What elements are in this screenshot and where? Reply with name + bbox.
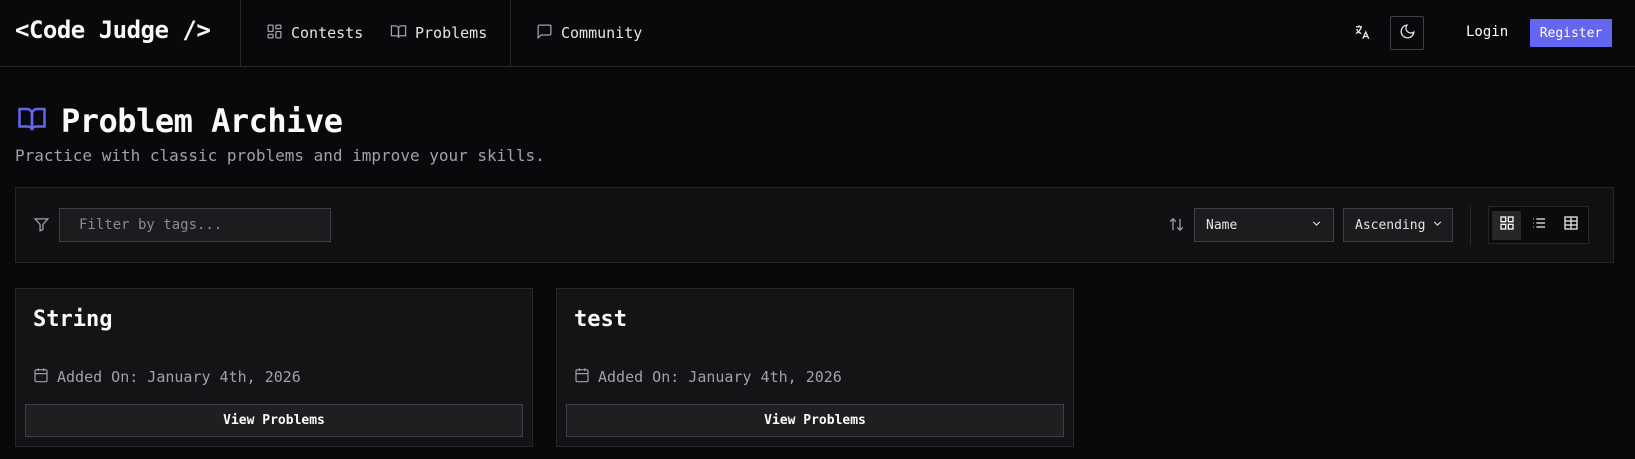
- nav-divider: [510, 0, 511, 67]
- brand-logo[interactable]: <Code Judge />: [15, 16, 211, 44]
- problem-date: Added On: January 4th, 2026: [574, 367, 842, 387]
- page-subtitle: Practice with classic problems and impro…: [15, 146, 545, 165]
- tag-filter-input[interactable]: [59, 208, 331, 242]
- nav-problems-label: Problems: [415, 24, 488, 42]
- chevron-down-icon: [1310, 217, 1323, 234]
- nav-community-label: Community: [561, 24, 643, 42]
- table-view-button[interactable]: [1556, 211, 1585, 240]
- page-title: Problem Archive: [61, 102, 343, 140]
- translate-icon: [1353, 23, 1371, 45]
- theme-toggle-button[interactable]: [1390, 16, 1424, 50]
- login-button[interactable]: Login: [1466, 24, 1508, 40]
- sort-field-select[interactable]: Name: [1194, 208, 1334, 242]
- calendar-icon: [33, 367, 49, 387]
- book-open-icon: [390, 23, 407, 44]
- problem-date-text: Added On: January 4th, 2026: [57, 368, 301, 386]
- chevron-down-icon: [1431, 217, 1444, 234]
- sort-order-value: Ascending: [1355, 217, 1426, 233]
- list-view-button[interactable]: [1524, 211, 1553, 240]
- calendar-icon: [574, 367, 590, 387]
- grid-icon: [266, 23, 283, 44]
- nav-contests[interactable]: Contests: [266, 22, 363, 44]
- sort-field-value: Name: [1206, 217, 1238, 233]
- problem-card: test Added On: January 4th, 2026 View Pr…: [556, 288, 1074, 447]
- problem-title: test: [574, 307, 627, 332]
- view-problems-button[interactable]: View Problems: [25, 404, 523, 437]
- filter-icon: [33, 216, 50, 237]
- register-button[interactable]: Register: [1530, 19, 1612, 47]
- problem-card: String Added On: January 4th, 2026 View …: [15, 288, 533, 447]
- top-navigation-bar: <Code Judge /> Contests Problems Communi…: [0, 0, 1635, 67]
- filter-toolbar: Name Ascending: [15, 187, 1614, 263]
- view-problems-button[interactable]: View Problems: [566, 404, 1064, 437]
- page-header: Problem Archive: [15, 102, 343, 140]
- view-mode-switcher: [1488, 206, 1589, 244]
- sort-order-select[interactable]: Ascending: [1343, 208, 1453, 242]
- nav-contests-label: Contests: [291, 24, 364, 42]
- toolbar-divider: [1470, 206, 1471, 246]
- language-button[interactable]: [1345, 17, 1378, 50]
- message-square-icon: [536, 23, 553, 44]
- nav-community[interactable]: Community: [536, 22, 642, 44]
- nav-divider: [240, 0, 241, 67]
- nav-problems[interactable]: Problems: [390, 22, 487, 44]
- problem-date: Added On: January 4th, 2026: [33, 367, 301, 387]
- layout-grid-icon: [1499, 215, 1515, 235]
- moon-icon: [1399, 23, 1416, 44]
- table-icon: [1563, 215, 1579, 235]
- grid-view-button[interactable]: [1492, 210, 1521, 240]
- list-icon: [1531, 215, 1547, 235]
- problem-date-text: Added On: January 4th, 2026: [598, 368, 842, 386]
- book-open-icon: [15, 104, 49, 138]
- sort-arrows-icon: [1168, 216, 1185, 237]
- problem-title: String: [33, 307, 113, 332]
